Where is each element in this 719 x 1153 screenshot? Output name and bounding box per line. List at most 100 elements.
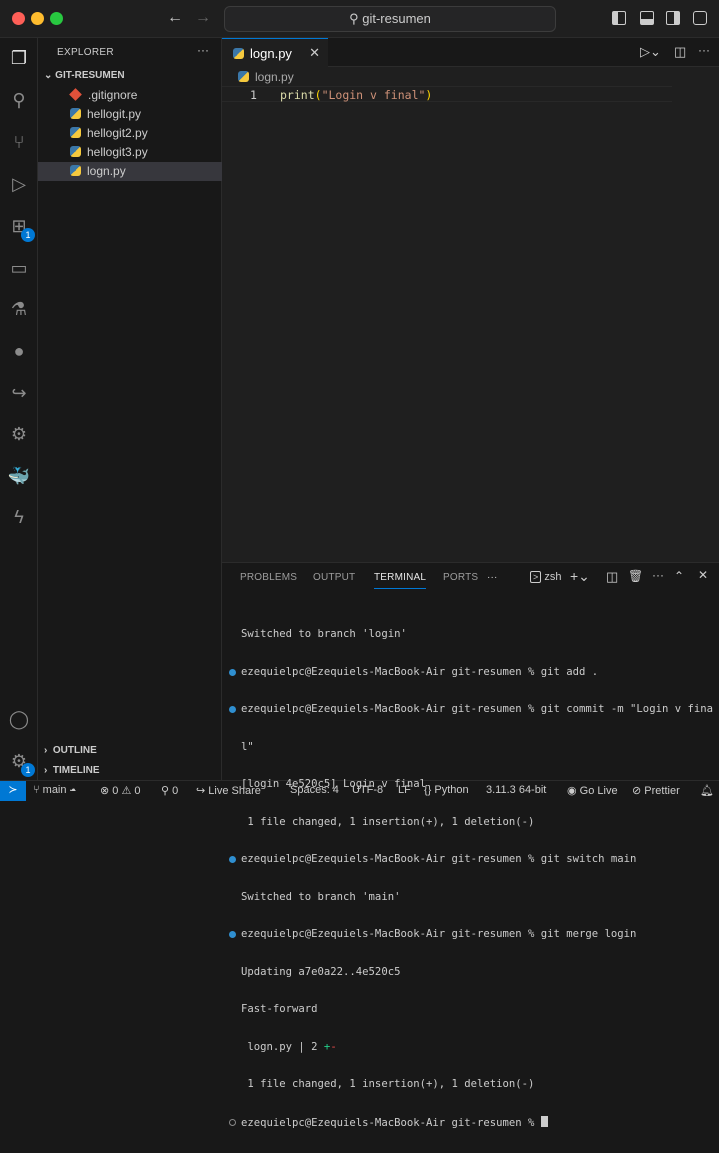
folder-git-resumen[interactable]: ⌄ GIT-RESUMEN xyxy=(44,70,125,81)
docker-icon[interactable]: 🐳 xyxy=(7,464,31,488)
python-file-icon xyxy=(233,48,244,59)
github-icon[interactable]: ● xyxy=(7,339,31,363)
activity-bar: ❐ ⚲ ⑂ ▷ ⊞ 1 ▭ ⚗ ● ↪ ⚙ 🐳 ϟ ◯ ⚙ 1 xyxy=(0,38,38,780)
python-file-icon xyxy=(70,146,81,157)
file-name: hellogit.py xyxy=(87,107,142,121)
chevron-right-icon: › xyxy=(44,745,53,756)
code-editor[interactable]: logn.py 1 print("Login v final") xyxy=(222,67,719,562)
back-icon[interactable]: ← xyxy=(167,9,183,27)
extensions-icon[interactable]: ⊞ 1 xyxy=(7,214,35,242)
terminal-line: ezequielpc@Ezequiels-MacBook-Air git-res… xyxy=(228,1115,718,1129)
branch-indicator[interactable]: ⑂ main ☁ xyxy=(33,784,76,796)
editor-tabs: logn.py ✕ ▷⌄ ◫ ··· xyxy=(222,38,719,67)
run-python-icon[interactable]: ▷⌄ xyxy=(640,44,661,60)
code-function: print xyxy=(280,88,315,102)
breadcrumb-file: logn.py xyxy=(255,70,294,84)
new-terminal-icon[interactable]: +⌄ xyxy=(570,568,590,585)
chevron-down-icon: ⌄ xyxy=(44,70,56,81)
tab-label: logn.py xyxy=(250,46,292,61)
python-file-icon xyxy=(70,165,81,176)
file-hellogit2[interactable]: hellogit2.py xyxy=(38,124,222,143)
minimize-window-button[interactable] xyxy=(31,12,44,25)
outline-section[interactable]: › OUTLINE xyxy=(44,745,97,756)
more-actions-icon[interactable]: ··· xyxy=(197,43,209,57)
terminal-line: ezequielpc@Ezequiels-MacBook-Air git-res… xyxy=(228,703,718,716)
file-logn[interactable]: logn.py xyxy=(38,162,222,181)
tab-output[interactable]: OUTPUT xyxy=(313,572,355,583)
terminal-line: logn.py | 2 +- xyxy=(241,1040,337,1053)
command-success-icon xyxy=(229,668,236,676)
toggle-sidebar-icon[interactable] xyxy=(612,11,626,25)
problems-indicator[interactable]: ⊗ 0 ⚠ 0 xyxy=(100,784,141,797)
panel-more-icon[interactable]: ··· xyxy=(487,572,498,583)
file-hellogit3[interactable]: hellogit3.py xyxy=(38,143,222,162)
maximize-window-button[interactable] xyxy=(50,12,63,25)
outline-label: OUTLINE xyxy=(52,745,97,756)
command-center-search[interactable]: ⚲ git-resumen xyxy=(224,6,556,32)
tab-logn-py[interactable]: logn.py ✕ xyxy=(222,38,328,67)
ports-icon: ⚲ xyxy=(161,785,173,797)
close-tab-icon[interactable]: ✕ xyxy=(309,45,320,61)
close-window-button[interactable] xyxy=(12,12,25,25)
file-name: hellogit2.py xyxy=(87,126,148,140)
branch-icon: ⑂ xyxy=(33,784,43,796)
terminal-line-commit-result: [login 4e520c5] Login v final xyxy=(241,778,426,790)
split-editor-icon[interactable]: ◫ xyxy=(674,44,686,60)
code-line[interactable]: 1 print("Login v final") xyxy=(222,86,672,102)
terminal-icon: > xyxy=(530,571,542,583)
tab-problems[interactable]: PROBLEMS xyxy=(240,572,297,583)
terminal-line: 1 file changed, 1 insertion(+), 1 deleti… xyxy=(241,815,535,828)
account-icon[interactable]: ◯ xyxy=(7,707,31,731)
toggle-panel-icon[interactable] xyxy=(640,11,654,25)
terminal-line: Switched to branch 'main' xyxy=(241,890,401,903)
customize-layout-icon[interactable] xyxy=(693,11,707,25)
editor-more-icon[interactable]: ··· xyxy=(698,43,710,57)
tab-ports[interactable]: PORTS xyxy=(443,572,478,583)
source-control-icon[interactable]: ⑂ xyxy=(7,130,31,154)
trash-icon[interactable]: 🗑 xyxy=(628,569,643,583)
lightning-icon[interactable]: ϟ xyxy=(7,505,31,529)
command-success-icon xyxy=(229,706,236,713)
command-pending-icon xyxy=(229,1118,236,1126)
terminal-line: ezequielpc@Ezequiels-MacBook-Air git-res… xyxy=(228,853,718,866)
code-bracket: ) xyxy=(425,88,433,102)
git-file-icon xyxy=(69,88,82,101)
search-text: git-resumen xyxy=(362,11,431,26)
testing-icon[interactable]: ⚗ xyxy=(7,297,31,321)
breadcrumb[interactable]: logn.py xyxy=(238,70,294,84)
command-success-icon xyxy=(229,856,236,863)
run-debug-icon[interactable]: ▷ xyxy=(7,172,31,196)
timeline-label: TIMELINE xyxy=(52,765,100,776)
search-icon[interactable]: ⚲ xyxy=(7,88,31,112)
split-terminal-icon[interactable]: ◫ xyxy=(606,569,618,585)
maximize-panel-icon[interactable]: ⌃ xyxy=(674,569,684,583)
explorer-icon[interactable]: ❐ xyxy=(7,46,31,70)
terminal-line: ezequielpc@Ezequiels-MacBook-Air git-res… xyxy=(228,666,718,679)
gear-icon[interactable]: ⚙ 1 xyxy=(7,749,35,777)
error-icon: ⊗ xyxy=(100,785,113,797)
terminal-more-icon[interactable]: ··· xyxy=(652,568,664,582)
timeline-section[interactable]: › TIMELINE xyxy=(44,765,100,776)
code-string: "Login v final" xyxy=(321,88,426,102)
terminal-shell-selector[interactable]: > zsh xyxy=(530,571,561,583)
close-panel-icon[interactable]: ✕ xyxy=(698,568,708,582)
live-share-icon: ↪ xyxy=(196,785,209,797)
remote-indicator-icon[interactable]: ≻ xyxy=(0,781,26,801)
file-hellogit[interactable]: hellogit.py xyxy=(38,105,222,124)
terminal-line: Updating a7e0a22..4e520c5 xyxy=(241,965,401,978)
remote-settings-icon[interactable]: ⚙ xyxy=(7,422,31,446)
tab-terminal[interactable]: TERMINAL xyxy=(374,572,427,589)
terminal-line: l" xyxy=(241,740,254,753)
file-name: .gitignore xyxy=(88,88,138,102)
python-file-icon xyxy=(70,108,81,119)
ports-indicator[interactable]: ⚲ 0 xyxy=(161,784,178,797)
terminal-output[interactable]: Switched to branch 'login' ezequielpc@Ez… xyxy=(228,603,718,1153)
terminal-line: Fast-forward xyxy=(241,1003,318,1015)
folder-name: GIT-RESUMEN xyxy=(55,70,125,81)
forward-icon[interactable]: → xyxy=(195,9,211,27)
search-icon: ⚲ xyxy=(349,11,363,26)
live-share-icon[interactable]: ↪ xyxy=(7,381,31,405)
file-gitignore[interactable]: .gitignore xyxy=(38,86,222,105)
remote-explorer-icon[interactable]: ▭ xyxy=(7,256,31,280)
toggle-secondary-sidebar-icon[interactable] xyxy=(666,11,680,25)
